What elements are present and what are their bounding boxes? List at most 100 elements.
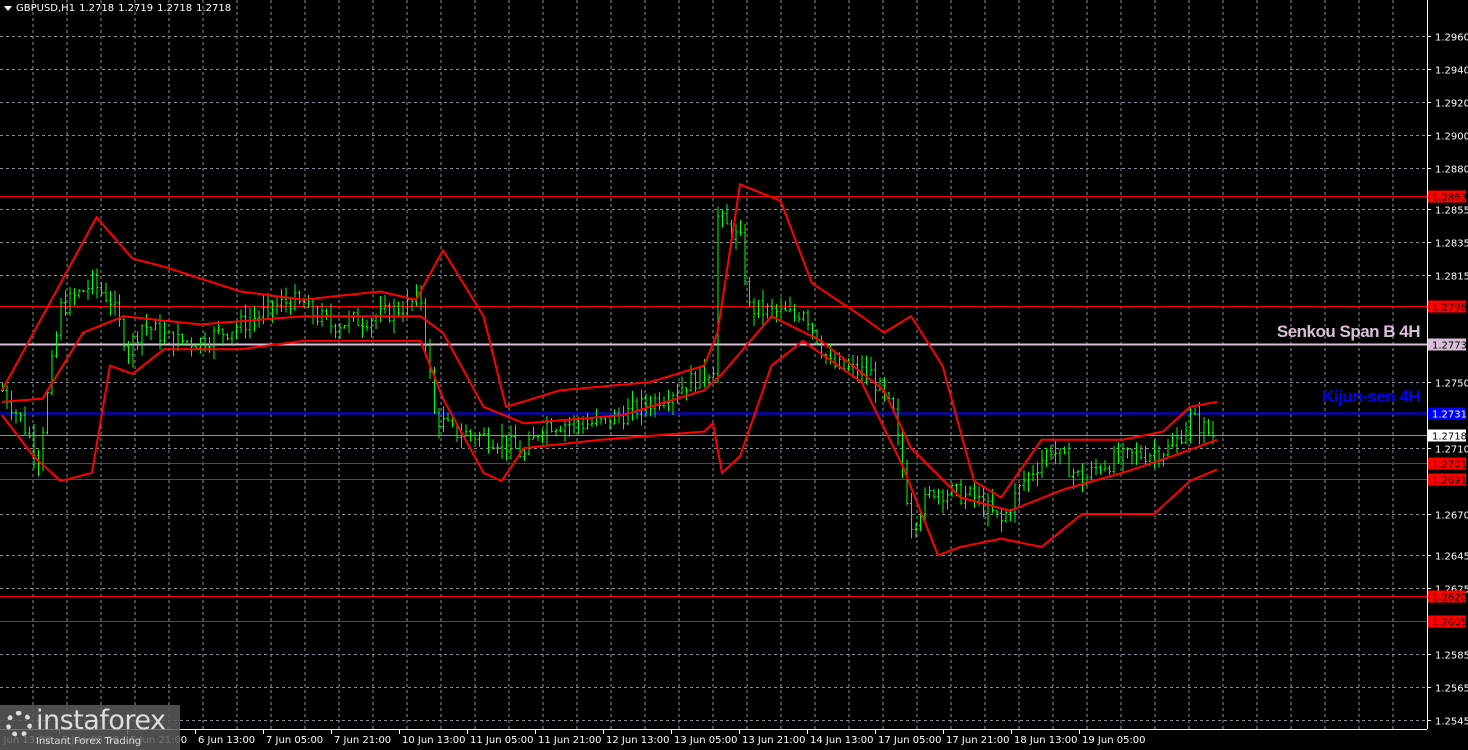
x-tick-label: 19 Jun 05:00 <box>1082 735 1146 746</box>
candle <box>752 297 756 326</box>
candle <box>716 206 720 383</box>
candle <box>532 426 535 440</box>
x-tick-label: 17 Jun 21:00 <box>946 735 1010 746</box>
candle <box>163 321 166 344</box>
candle <box>176 323 180 352</box>
candle <box>59 297 63 341</box>
candle <box>383 294 387 314</box>
y-tick-label: 1.2920 <box>1435 99 1468 110</box>
candle <box>941 489 945 514</box>
candle <box>329 303 333 334</box>
candle <box>734 224 738 250</box>
x-tick-label: 14 Jun 13:00 <box>810 735 874 746</box>
candle <box>748 276 751 308</box>
candle <box>1184 421 1188 445</box>
instaforex-logo: instaforex Instant Forex Trading <box>0 705 180 750</box>
y-tick-label: 1.2940 <box>1435 66 1468 77</box>
candle <box>14 408 18 424</box>
candle <box>635 397 639 420</box>
candle <box>28 426 31 439</box>
candle <box>487 427 490 454</box>
candle <box>586 412 589 430</box>
high-price: 1.2719 <box>118 3 154 14</box>
candle <box>910 492 913 539</box>
candle <box>865 355 868 385</box>
y-tick-label: 1.2585 <box>1435 651 1468 662</box>
candle <box>1117 442 1120 464</box>
candle <box>86 279 90 300</box>
y-tick-label: 1.2565 <box>1435 684 1468 695</box>
candle <box>932 489 936 500</box>
candle <box>995 509 999 518</box>
candle <box>343 325 346 329</box>
candle <box>973 482 976 508</box>
close-price: 1.2718 <box>196 3 232 14</box>
candle <box>680 376 684 395</box>
candle <box>347 310 351 333</box>
candle <box>46 388 49 435</box>
candle <box>698 365 702 389</box>
candle <box>491 439 495 450</box>
candle <box>95 268 99 299</box>
y-tick-label: 1.2545 <box>1435 717 1468 728</box>
candle <box>1049 444 1053 460</box>
candle <box>23 406 27 436</box>
candle <box>401 301 405 322</box>
level-price-label: 1.2863 <box>1432 193 1467 204</box>
candle <box>1108 465 1111 476</box>
candle <box>284 287 288 313</box>
candle <box>806 309 810 331</box>
candle <box>1031 464 1035 482</box>
candle <box>1018 483 1021 505</box>
candle <box>307 294 310 308</box>
low-price: 1.2718 <box>157 3 193 14</box>
candle <box>1202 416 1206 444</box>
candle <box>473 432 477 446</box>
candle <box>1157 445 1161 468</box>
candle <box>590 417 594 428</box>
candle <box>779 297 783 322</box>
candle <box>190 337 193 357</box>
candle <box>154 320 157 331</box>
candle <box>104 282 108 303</box>
candle <box>509 425 513 460</box>
candle <box>442 406 445 433</box>
candle <box>122 315 126 351</box>
candle <box>986 492 990 527</box>
candle <box>68 287 72 316</box>
candle <box>50 350 54 396</box>
candle <box>334 323 337 339</box>
level-price-label: 1.2773 <box>1432 341 1467 352</box>
price-chart[interactable]: 1.29601.29401.29201.29001.28801.28551.28… <box>0 0 1468 750</box>
candle <box>1058 448 1062 465</box>
candle <box>113 290 117 316</box>
dropdown-triangle-icon[interactable] <box>4 6 12 11</box>
candle <box>721 209 724 228</box>
x-tick-label: 7 Jun 21:00 <box>334 735 391 746</box>
bollinger-upper-band <box>1 182 1218 499</box>
candle <box>968 486 972 497</box>
candle <box>1036 462 1039 487</box>
candle <box>253 305 256 332</box>
candle <box>397 301 400 318</box>
candle <box>478 431 481 447</box>
candle <box>554 428 558 436</box>
candle <box>1139 444 1143 461</box>
gear-logo-icon <box>6 711 32 737</box>
candle <box>1054 440 1057 465</box>
candle <box>1103 459 1107 472</box>
x-tick-label: 13 Jun 21:00 <box>742 735 806 746</box>
candle <box>1000 508 1003 533</box>
y-tick-label: 1.2645 <box>1435 552 1468 563</box>
candle <box>212 326 216 360</box>
candle <box>761 289 765 328</box>
y-tick-label: 1.2880 <box>1435 165 1468 176</box>
candle <box>671 392 675 416</box>
candle <box>905 459 909 506</box>
kijun-sen-label: Kijun-sen 4H <box>1322 387 1420 407</box>
candle <box>1121 442 1125 474</box>
candle <box>514 424 517 449</box>
candle <box>464 424 468 437</box>
candle <box>739 220 742 236</box>
candle <box>1207 418 1210 436</box>
